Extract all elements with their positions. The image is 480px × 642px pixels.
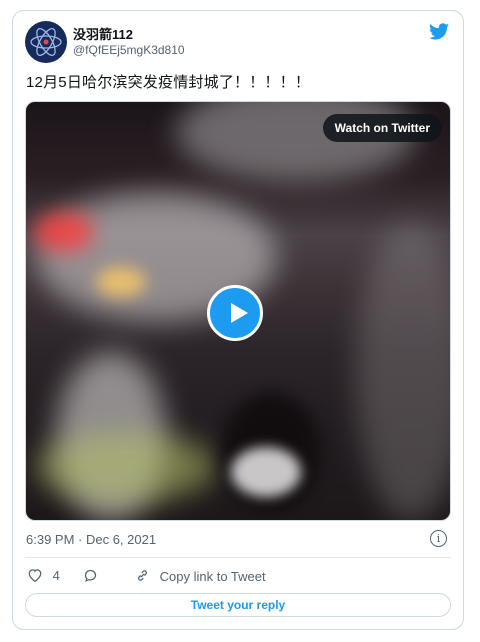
video-frame-redlight — [34, 212, 94, 252]
reply-icon-button[interactable] — [83, 568, 98, 584]
video-frame-vest — [36, 432, 216, 502]
link-icon — [138, 570, 147, 581]
tweet-text: 12月5日哈尔滨突发疫情封城了！！！！！ — [26, 74, 311, 91]
user-handle[interactable]: @fQfEEj5mgK3d810 — [73, 43, 185, 57]
copy-link-label: Copy link to Tweet — [159, 569, 266, 584]
video-frame-headlight — [96, 267, 146, 297]
heart-icon — [28, 569, 42, 583]
like-count: 4 — [52, 568, 60, 583]
info-icon[interactable]: i — [430, 530, 447, 547]
video-player[interactable]: Watch on Twitter — [25, 101, 451, 521]
like-button[interactable]: 4 — [27, 568, 60, 583]
reply-bubble-icon — [84, 569, 97, 582]
tweet-card: 没羽箭112 @fQfEEj5mgK3d810 12月5日哈尔滨突发疫情封城了！… — [12, 10, 464, 630]
watch-on-twitter-button[interactable]: Watch on Twitter — [322, 114, 442, 142]
avatar[interactable] — [25, 21, 67, 63]
atom-logo-icon — [30, 28, 62, 56]
display-name[interactable]: 没羽箭112 — [73, 24, 133, 43]
video-frame-wall — [356, 222, 450, 520]
timestamp[interactable]: 6:39 PM · Dec 6, 2021 — [26, 532, 156, 547]
divider — [25, 557, 451, 558]
twitter-bird-icon[interactable] — [429, 23, 449, 45]
copy-link-button[interactable]: Copy link to Tweet — [135, 568, 266, 584]
tweet-your-reply-button[interactable]: Tweet your reply — [25, 593, 451, 617]
play-icon[interactable] — [207, 285, 263, 341]
video-frame-mask — [231, 447, 301, 497]
